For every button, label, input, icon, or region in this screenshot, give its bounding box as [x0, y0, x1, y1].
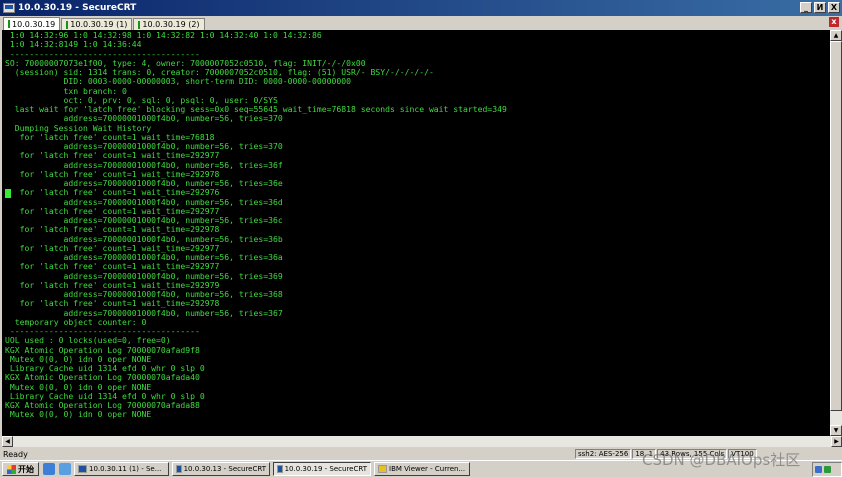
windows-logo-icon — [7, 464, 16, 474]
close-tab-icon[interactable]: x — [829, 17, 839, 27]
taskbar-item-session-13[interactable]: 10.0.30.13 - SecureCRT — [172, 462, 270, 476]
scroll-thumb[interactable] — [830, 41, 842, 411]
task-label: 10.0.30.19 - SecureCRT — [284, 465, 367, 473]
securecrt-icon — [277, 465, 283, 473]
tab-label: 10.0.30.19 (2) — [142, 20, 200, 29]
status-ready-text: Ready — [3, 449, 28, 459]
session-tab-bar: 10.0.30.19 10.0.30.19 (1) 10.0.30.19 (2) — [0, 16, 842, 30]
securecrt-app-icon — [3, 3, 15, 13]
terminal-output[interactable]: 1:0 14:32:96 1:0 14:32:98 1:0 14:32:82 1… — [2, 30, 830, 436]
tab-label: 10.0.30.19 (1) — [70, 20, 128, 29]
system-tray — [812, 462, 842, 477]
status-cipher: ssh2: AES-256 — [575, 449, 632, 459]
terminal-line: DID: 0003-0000-00000003, short-term DID:… — [5, 76, 351, 87]
volume-tray-icon[interactable] — [824, 466, 831, 473]
securecrt-icon — [78, 465, 87, 473]
connected-status-icon — [66, 20, 69, 29]
task-label: IBM Viewer - Curren... — [389, 465, 466, 473]
horizontal-scrollbar[interactable]: ◀ ▶ — [2, 436, 842, 447]
scroll-right-arrow-icon[interactable]: ▶ — [831, 436, 842, 447]
tab-session-1[interactable]: 10.0.30.19 — [3, 17, 61, 30]
terminal-text: 1:0 14:32:96 1:0 14:32:98 1:0 14:32:82 1… — [2, 30, 830, 420]
scroll-left-arrow-icon[interactable]: ◀ — [2, 436, 13, 447]
start-button[interactable]: 开始 — [2, 462, 39, 476]
show-desktop-icon[interactable] — [59, 463, 71, 475]
taskbar-item-session-19[interactable]: 10.0.30.19 - SecureCRT — [273, 462, 371, 476]
terminal-line: Mutex 0(0, 0) idn 0 oper NONE — [5, 409, 152, 420]
window-title: 10.0.30.19 - SecureCRT — [18, 3, 137, 13]
terminal-cursor — [5, 189, 11, 198]
close-button[interactable]: X — [828, 2, 840, 13]
task-label: 10.0.30.11 (1) - Se... — [89, 465, 162, 473]
connected-status-icon — [8, 20, 10, 28]
start-label: 开始 — [18, 464, 34, 474]
window-titlebar[interactable]: 10.0.30.19 - SecureCRT _ И X — [0, 0, 842, 16]
tab-label: 10.0.30.19 — [12, 19, 56, 29]
scroll-down-arrow-icon[interactable]: ▼ — [830, 425, 842, 436]
connected-status-icon — [138, 20, 141, 29]
task-label: 10.0.30.13 - SecureCRT — [183, 465, 266, 473]
network-tray-icon[interactable] — [815, 466, 822, 473]
scroll-up-arrow-icon[interactable]: ▲ — [830, 30, 842, 41]
tab-session-2[interactable]: 10.0.30.19 (1) — [61, 18, 133, 30]
vertical-scrollbar[interactable]: ▲ ▼ — [830, 30, 842, 436]
ie-browser-icon[interactable] — [43, 463, 55, 475]
restore-button[interactable]: И — [814, 2, 826, 13]
tab-session-3[interactable]: 10.0.30.19 (2) — [133, 18, 205, 30]
window-controls: _ И X — [800, 2, 840, 13]
taskbar-item-ibm-viewer[interactable]: IBM Viewer - Curren... — [374, 462, 470, 476]
taskbar-item-session-11[interactable]: 10.0.30.11 (1) - Se... — [74, 462, 169, 476]
watermark-text: CSDN @DBAIOps社区 — [642, 451, 801, 469]
ibm-viewer-icon — [378, 465, 387, 473]
minimize-button[interactable]: _ — [800, 2, 812, 13]
securecrt-icon — [176, 465, 182, 473]
